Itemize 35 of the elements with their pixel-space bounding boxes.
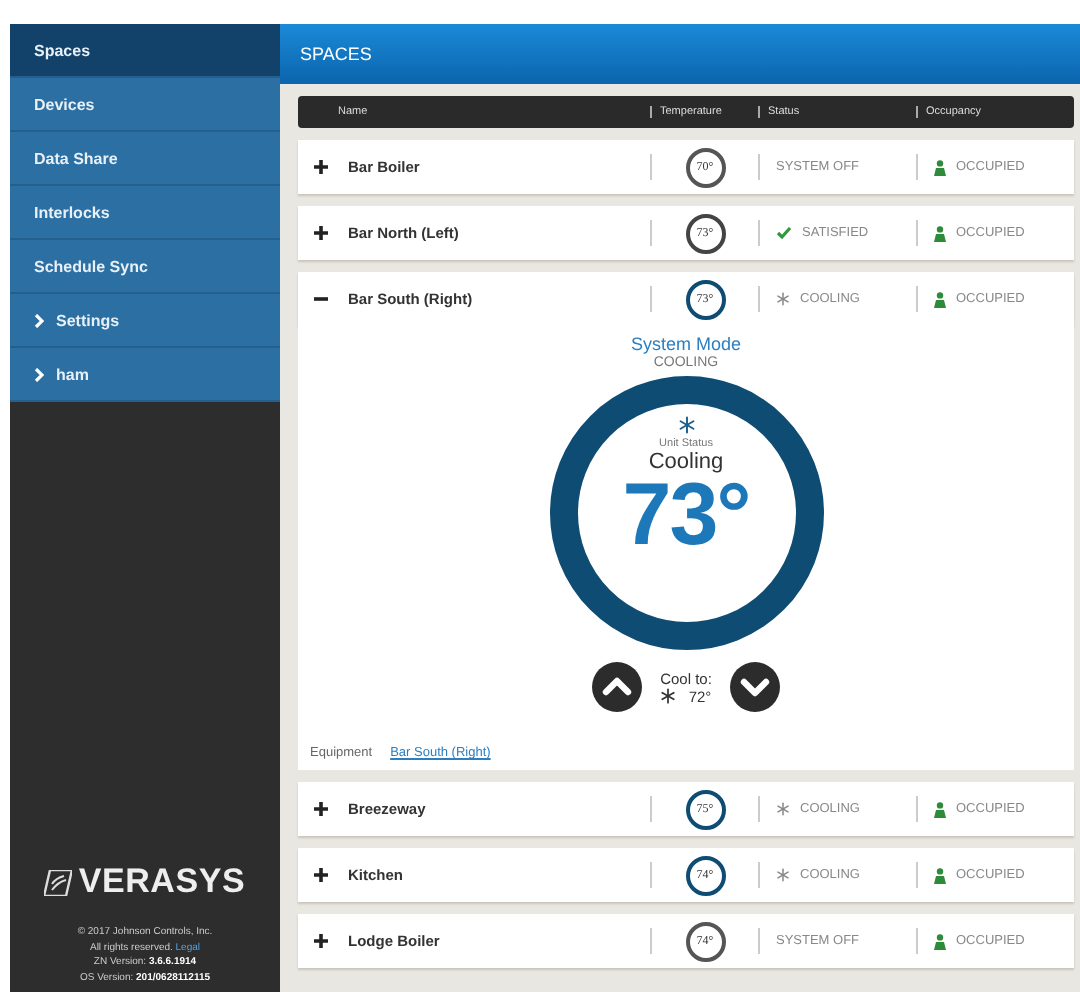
person-icon	[934, 801, 946, 817]
check-icon	[776, 226, 792, 240]
snowflake-icon	[776, 868, 790, 882]
sidebar-item[interactable]: Data Share	[10, 132, 280, 186]
unit-status-value: Cooling	[648, 450, 724, 474]
sidebar-item[interactable]: Interlocks	[10, 186, 280, 240]
system-mode-label: System Mode	[630, 334, 742, 354]
minus-icon[interactable]	[314, 292, 328, 306]
snowflake-icon	[776, 292, 790, 306]
sidebar-item[interactable]: Devices	[10, 78, 280, 132]
snowflake-icon	[677, 416, 695, 434]
brand-logo: VERASYS	[78, 862, 246, 902]
decrease-button[interactable]	[729, 662, 780, 712]
sidebar-item[interactable]: Schedule Sync	[10, 240, 280, 294]
sidebar-item[interactable]: ham	[10, 348, 280, 402]
page-title: SPACES	[280, 24, 1080, 84]
snowflake-icon	[660, 688, 677, 704]
plus-icon[interactable]	[314, 802, 328, 816]
chevron-icon	[34, 367, 44, 381]
person-icon	[934, 933, 946, 949]
person-icon	[934, 291, 946, 307]
person-icon	[934, 159, 946, 175]
plus-icon[interactable]	[314, 160, 328, 174]
sidebar-item[interactable]: Spaces	[10, 24, 280, 78]
logo-icon	[44, 869, 73, 895]
current-temperature: 73°	[622, 474, 750, 558]
sidebar-item[interactable]: Settings	[10, 294, 280, 348]
increase-button[interactable]	[592, 662, 643, 712]
person-icon	[934, 867, 946, 883]
plus-icon[interactable]	[314, 934, 328, 948]
person-icon	[934, 225, 946, 241]
plus-icon[interactable]	[314, 868, 328, 882]
chevron-icon	[34, 313, 44, 327]
snowflake-icon	[776, 802, 790, 816]
plus-icon[interactable]	[314, 226, 328, 240]
